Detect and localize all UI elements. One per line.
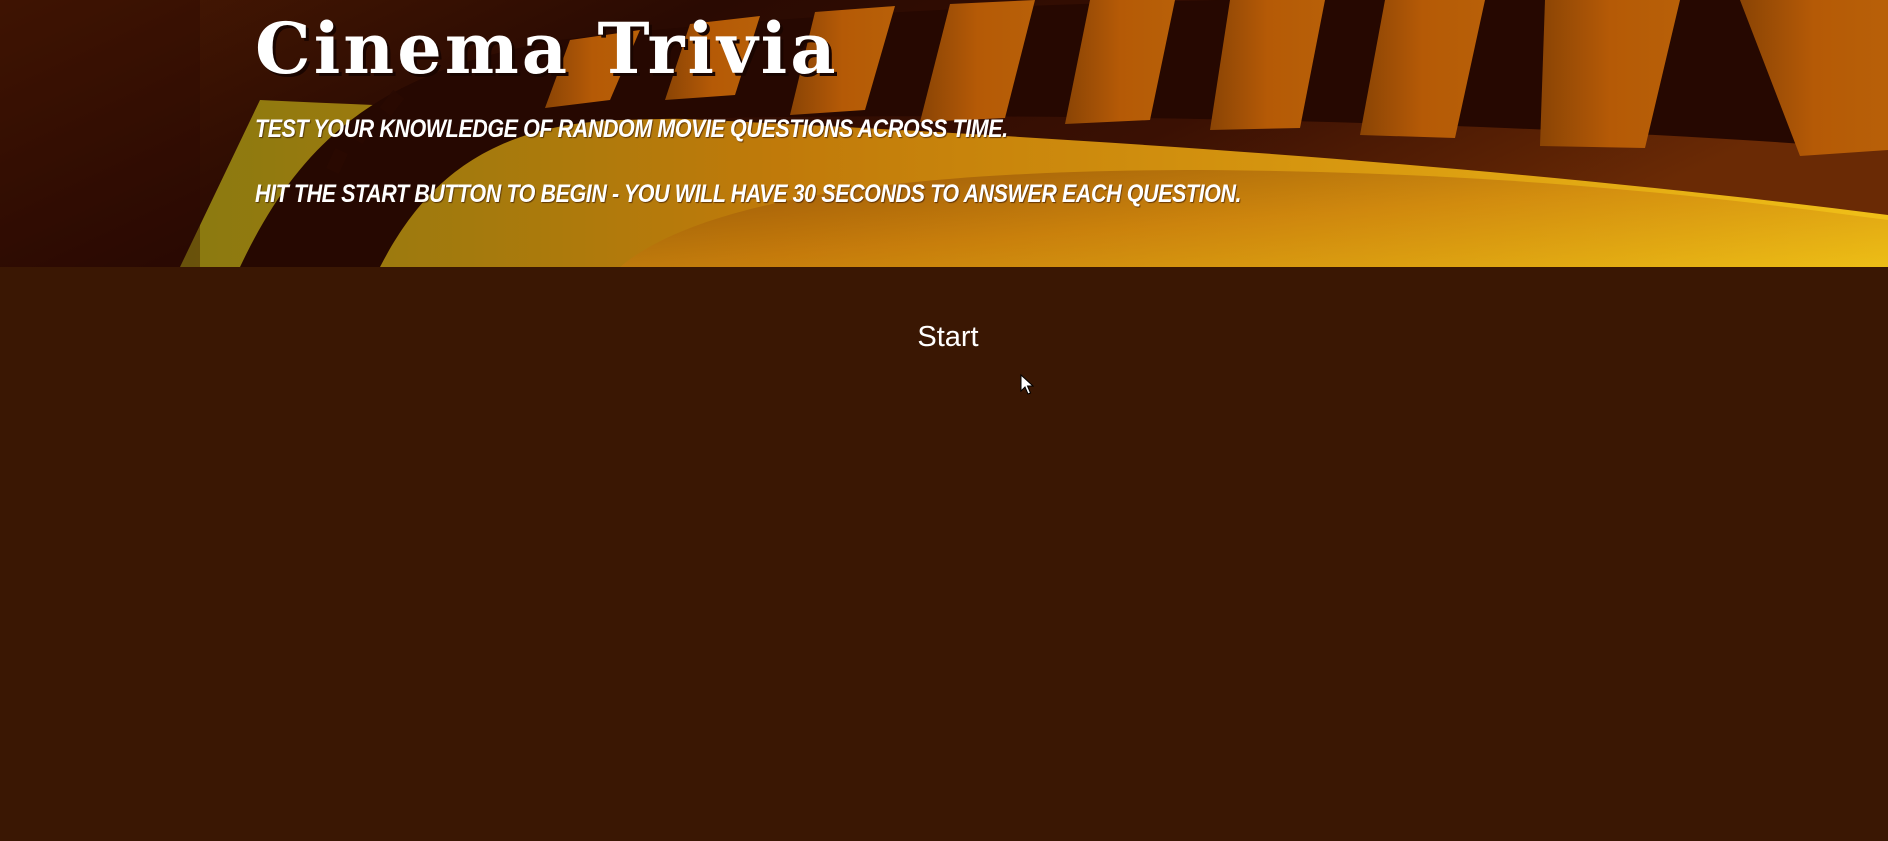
site-title: Cinema Trivia [255, 7, 839, 90]
header-banner: Cinema Trivia Test your knowledge of ran… [0, 0, 1888, 267]
tagline-knowledge: Test your knowledge of random movie ques… [255, 115, 1008, 143]
start-button[interactable]: Start [900, 317, 996, 357]
tagline-instructions: Hit the start button to begin - you will… [255, 180, 1242, 208]
header-content: Cinema Trivia Test your knowledge of ran… [255, 0, 1755, 267]
main-content: Start [0, 267, 1888, 841]
page: Cinema Trivia Test your knowledge of ran… [0, 0, 1888, 841]
